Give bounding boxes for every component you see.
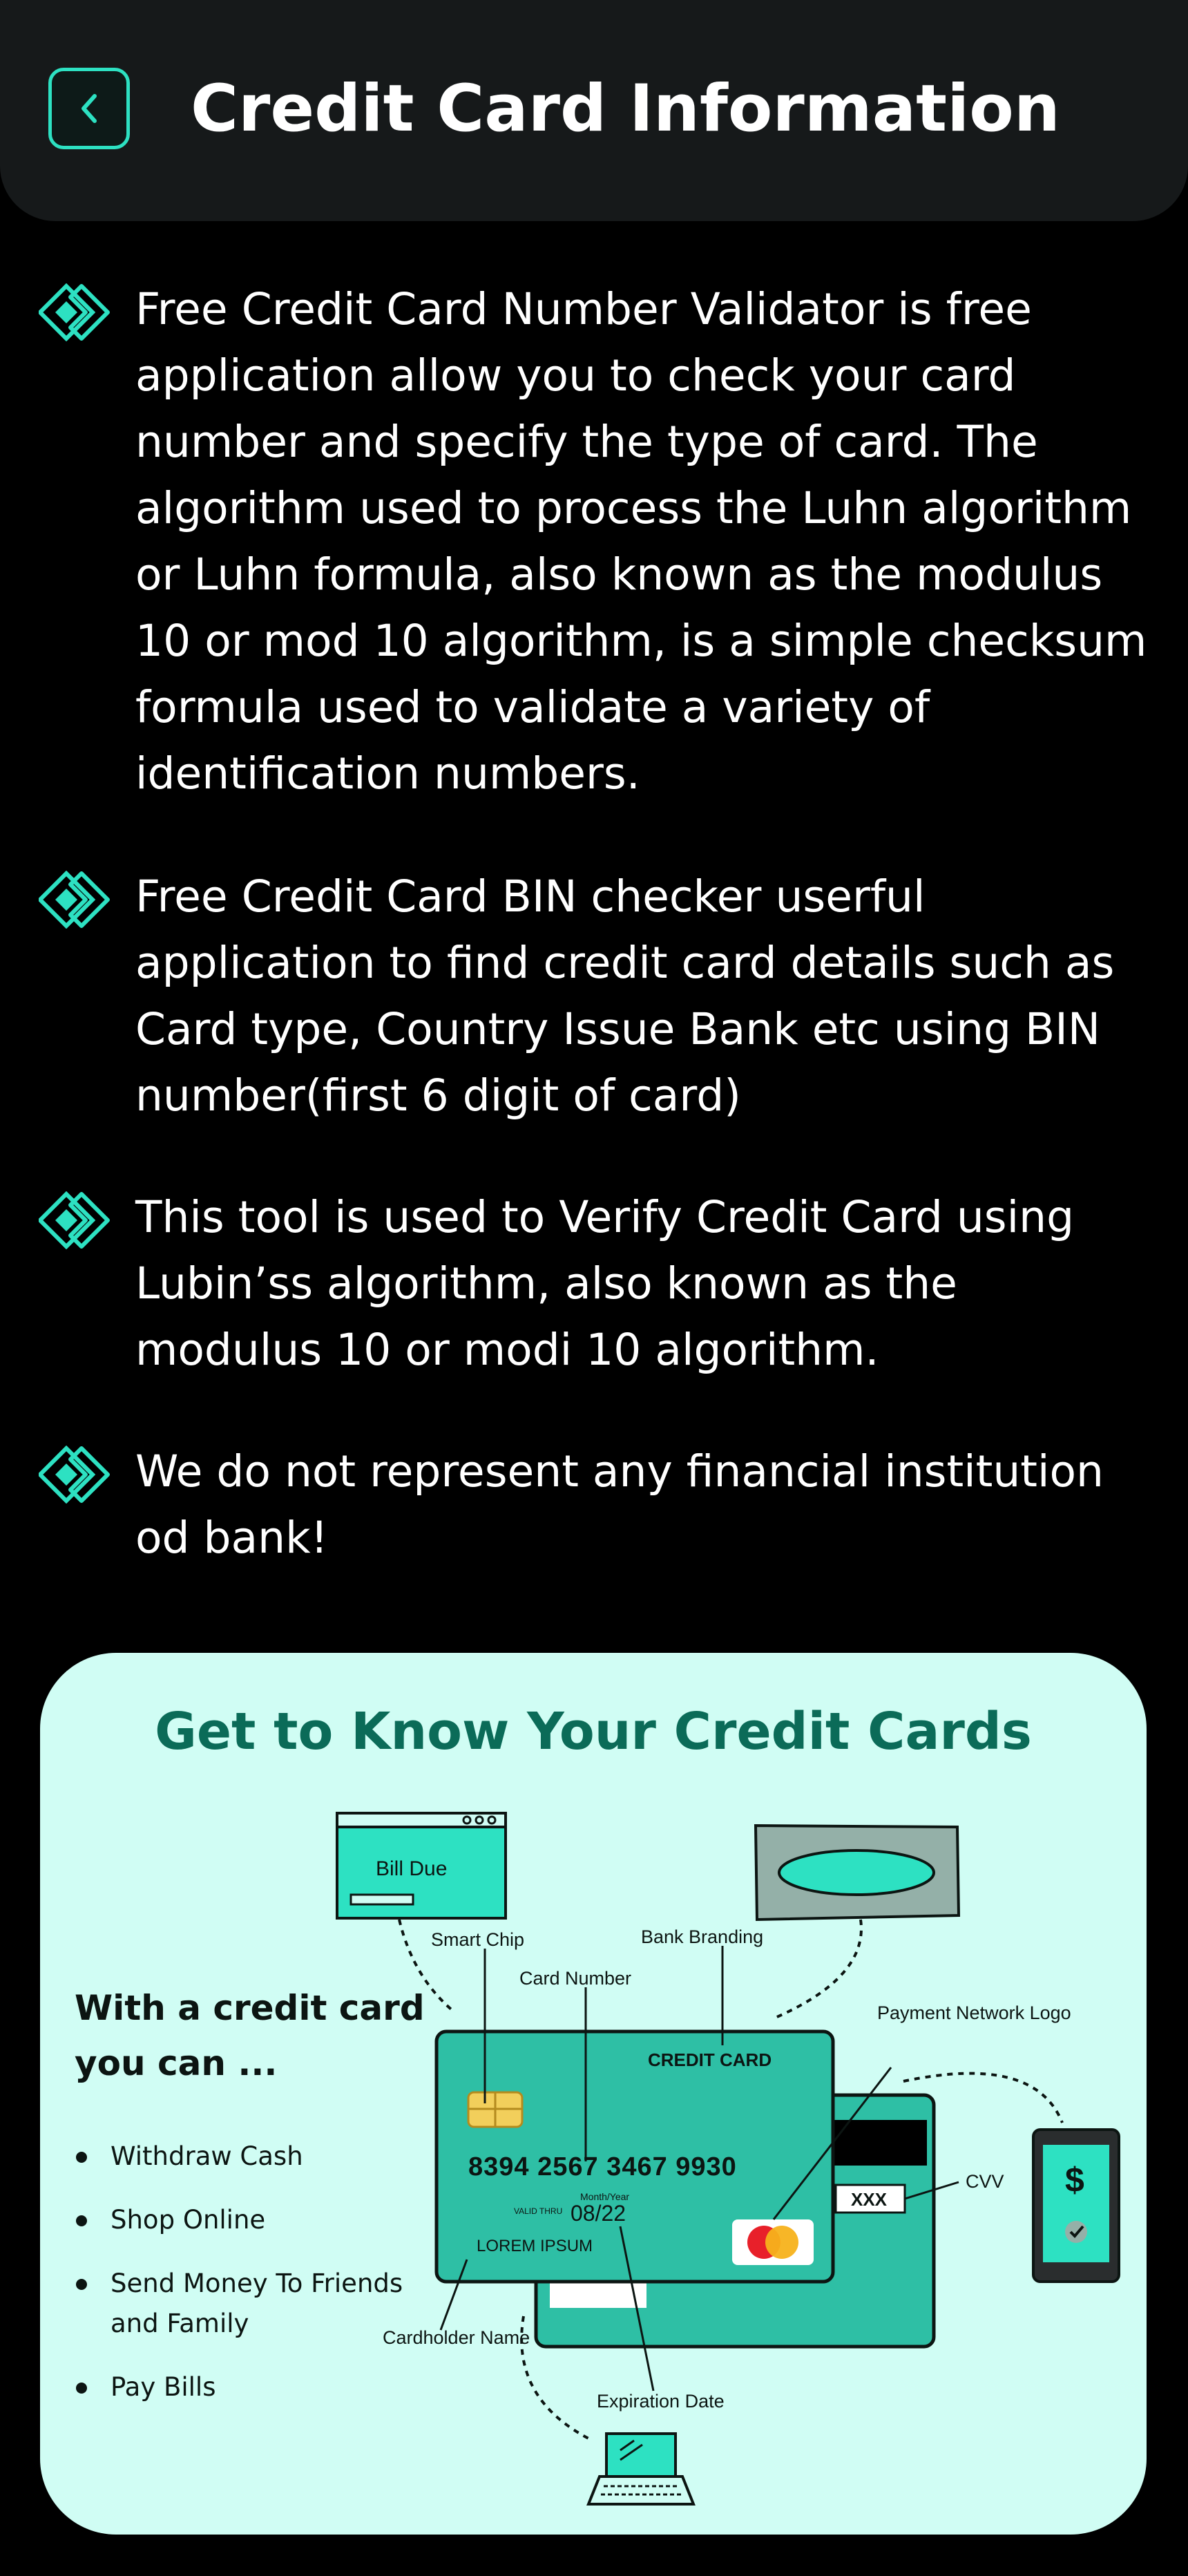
bank-branding-label: Bank Branding — [641, 1926, 763, 1947]
expiration-date-label: Expiration Date — [597, 2391, 725, 2412]
info-text: We do not represent any financial instit… — [135, 1446, 1104, 1563]
page-title: Credit Card Information — [191, 71, 1060, 146]
banknote-icon — [754, 1824, 961, 1922]
diamond-icon — [39, 1446, 110, 1504]
app-header: Credit Card Information — [0, 0, 1188, 221]
card-brand: CREDIT CARD — [648, 2049, 772, 2070]
card-holder: LOREM IPSUM — [477, 2237, 593, 2255]
cvv-label: CVV — [966, 2171, 1004, 2192]
cvv-value: XXX — [851, 2189, 888, 2210]
card-number-label: Card Number — [519, 1968, 631, 1989]
cardholder-name-label: Cardholder Name — [383, 2327, 530, 2348]
diamond-icon — [39, 1191, 110, 1249]
card-diagram: Bill Due XXX CREDIT CARD 8394 2567 3467 … — [336, 1812, 1120, 2506]
payment-network-label: Payment Network Logo — [877, 2002, 1071, 2023]
info-text: Free Credit Card Number Validator is fre… — [135, 284, 1147, 799]
diamond-icon — [39, 871, 110, 929]
phone-icon: $ — [1032, 2128, 1120, 2283]
smart-chip-label: Smart Chip — [431, 1929, 524, 1950]
info-text: Free Credit Card BIN checker userful app… — [135, 871, 1115, 1121]
card-expiry: 08/22 — [571, 2201, 626, 2226]
valid-thru: VALID THRU — [514, 2206, 562, 2216]
dollar-sign: $ — [1065, 2161, 1084, 2199]
back-button[interactable] — [48, 68, 130, 149]
laptop-icon — [586, 2432, 696, 2506]
info-text: This tool is used to Verify Credit Card … — [135, 1192, 1075, 1375]
diamond-icon — [39, 283, 110, 341]
credit-card-infographic: Get to Know Your Credit Cards With a cre… — [40, 1653, 1147, 2535]
chevron-left-icon — [82, 94, 97, 123]
card-front: CREDIT CARD 8394 2567 3467 9930 VALID TH… — [434, 2029, 835, 2284]
check-icon — [1065, 2221, 1087, 2243]
card-number: 8394 2567 3467 9930 — [468, 2152, 737, 2181]
bill-due-label: Bill Due — [376, 1857, 447, 1880]
bill-due-window: Bill Due — [336, 1812, 507, 1920]
